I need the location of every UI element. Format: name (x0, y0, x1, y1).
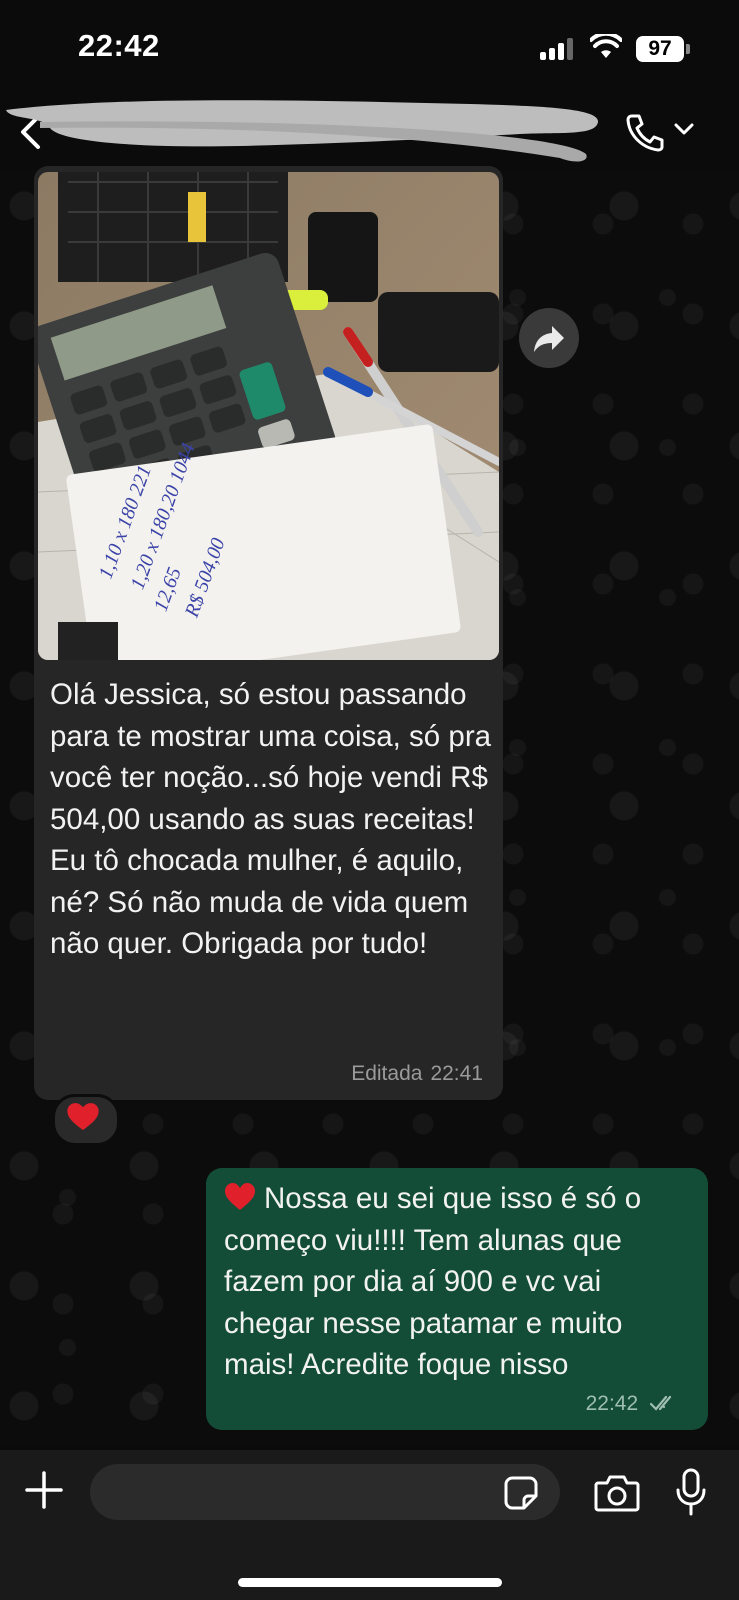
battery-tip (686, 44, 690, 54)
battery-icon: 97 (636, 36, 684, 62)
incoming-message-text: Olá Jessica, só estou passando para te m… (50, 678, 492, 960)
incoming-message-meta: Editada 22:41 (343, 1062, 483, 1086)
forward-button[interactable] (519, 308, 579, 368)
heart-icon (225, 1183, 255, 1210)
contact-name-redaction[interactable] (0, 98, 600, 166)
double-check-icon (650, 1395, 672, 1411)
outgoing-message-meta: 22:42 (586, 1392, 680, 1416)
message-photo[interactable]: 1,10 x 180 221 1,20 x 180,20 1044 12,65 … (38, 172, 499, 660)
status-bar: 22:42 97 (0, 0, 739, 96)
message-input-bar (0, 1450, 739, 1600)
message-time: 22:41 (430, 1062, 483, 1085)
chat-header (0, 96, 739, 170)
home-indicator (238, 1578, 502, 1587)
message-input[interactable] (90, 1464, 560, 1520)
sticker-icon[interactable] (504, 1476, 538, 1510)
outgoing-message-text-container: Nossa eu sei que isso é só o começo viu!… (224, 1178, 698, 1386)
message-reaction[interactable] (52, 1094, 120, 1146)
heart-icon (67, 1103, 99, 1131)
incoming-message-bubble[interactable]: 1,10 x 180 221 1,20 x 180,20 1044 12,65 … (34, 166, 503, 1100)
message-time: 22:42 (585, 1392, 639, 1415)
camera-icon[interactable] (594, 1474, 640, 1512)
chevron-down-icon[interactable] (674, 122, 694, 136)
wifi-icon (590, 34, 622, 58)
signal-icon (540, 38, 576, 60)
forward-icon (534, 326, 564, 352)
plus-icon[interactable] (24, 1470, 64, 1510)
call-icon[interactable] (624, 112, 664, 152)
edited-label: Editada (351, 1062, 423, 1085)
mic-icon[interactable] (675, 1468, 707, 1516)
outgoing-message-bubble[interactable]: Nossa eu sei que isso é só o começo viu!… (206, 1168, 708, 1430)
status-time: 22:42 (78, 28, 160, 63)
outgoing-message-text: Nossa eu sei que isso é só o começo viu!… (224, 1182, 642, 1381)
